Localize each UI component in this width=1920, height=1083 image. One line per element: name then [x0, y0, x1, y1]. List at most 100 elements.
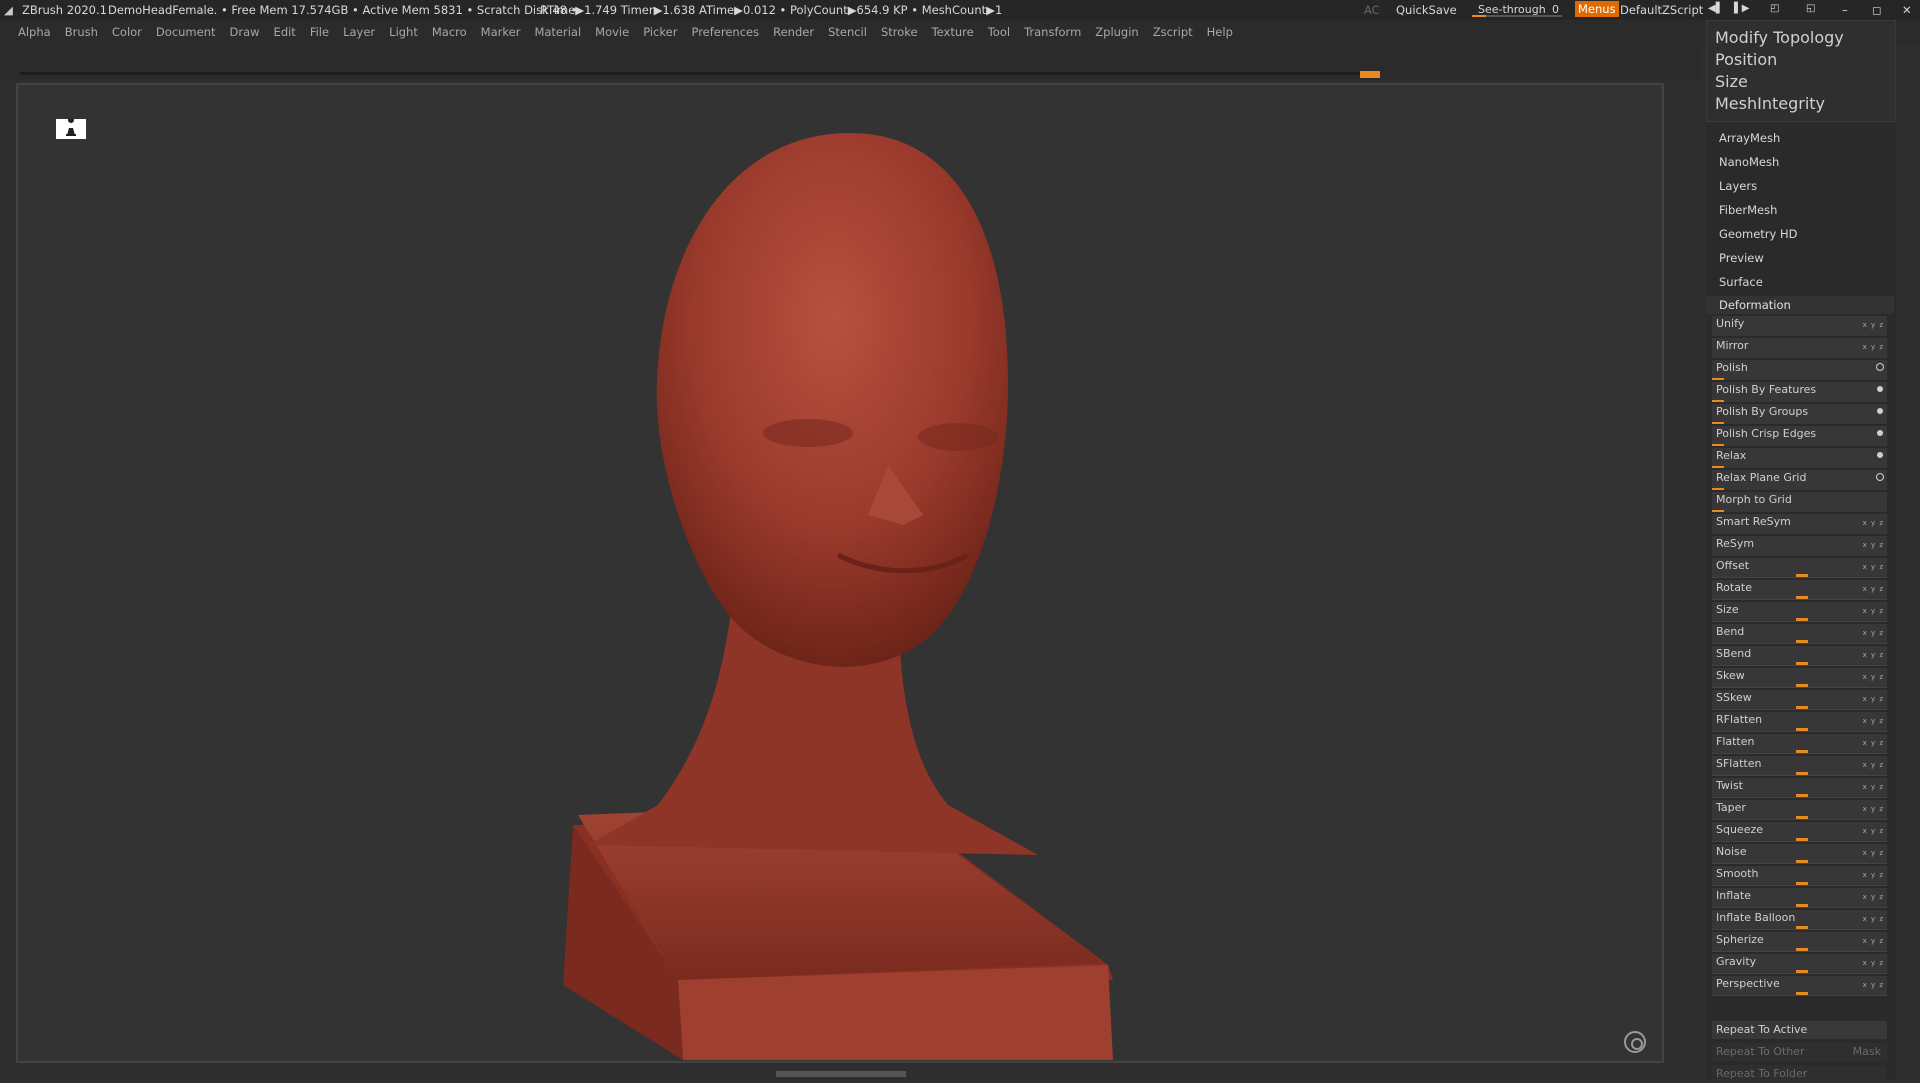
slider-knob[interactable] — [1796, 816, 1808, 819]
menu-picker[interactable]: Picker — [636, 20, 684, 45]
repeat-to-folder-button[interactable]: Repeat To Folder — [1712, 1065, 1887, 1083]
deform-resym[interactable]: ReSym x y z — [1712, 536, 1887, 556]
subpanel-modify-topology[interactable]: Modify Topology — [1715, 29, 1885, 47]
slider-knob[interactable] — [1796, 948, 1808, 951]
deform-rflatten[interactable]: RFlatten x y z — [1712, 712, 1887, 732]
xyz-axis-icon[interactable]: x y z — [1863, 867, 1884, 883]
floor-grid-icon[interactable] — [1624, 1031, 1646, 1053]
menu-layer[interactable]: Layer — [336, 20, 382, 45]
xyz-axis-icon[interactable]: x y z — [1863, 955, 1884, 971]
section-preview[interactable]: Preview — [1719, 251, 1764, 265]
deform-slider-fill[interactable] — [1712, 488, 1724, 490]
layout-icon-1[interactable]: ◀▌ — [1708, 3, 1723, 14]
slider-knob[interactable] — [1796, 794, 1808, 797]
slider-track[interactable] — [1712, 929, 1887, 930]
slider-knob[interactable] — [1796, 882, 1808, 885]
menu-macro[interactable]: Macro — [425, 20, 474, 45]
deform-toggle-icon[interactable] — [1877, 452, 1883, 458]
slider-track[interactable] — [1712, 885, 1887, 886]
deform-sskew[interactable]: SSkew x y z — [1712, 690, 1887, 710]
menu-edit[interactable]: Edit — [267, 20, 303, 45]
section-fibermesh[interactable]: FiberMesh — [1719, 203, 1777, 217]
deform-size[interactable]: Size x y z — [1712, 602, 1887, 622]
slider-track[interactable] — [1712, 665, 1887, 666]
xyz-axis-icon[interactable]: x y z — [1863, 977, 1884, 993]
deform-sbend[interactable]: SBend x y z — [1712, 646, 1887, 666]
deform-toggle-icon[interactable] — [1877, 408, 1883, 414]
deform-unify[interactable]: Unify x y z — [1712, 316, 1887, 336]
menu-zscript[interactable]: Zscript — [1146, 20, 1200, 45]
slider-track[interactable] — [1712, 687, 1887, 688]
xyz-axis-icon[interactable]: x y z — [1863, 845, 1884, 861]
repeat-to-other-button[interactable]: Repeat To Other Mask — [1712, 1043, 1887, 1061]
xyz-axis-icon[interactable]: x y z — [1863, 317, 1884, 333]
deform-relax-plane-grid[interactable]: Relax Plane Grid — [1712, 470, 1887, 490]
xyz-axis-icon[interactable]: x y z — [1863, 823, 1884, 839]
menu-tool[interactable]: Tool — [981, 20, 1017, 45]
section-surface[interactable]: Surface — [1719, 275, 1763, 289]
xyz-axis-icon[interactable]: x y z — [1863, 735, 1884, 751]
sculpt-mesh-head[interactable] — [18, 85, 1662, 1061]
xyz-axis-icon[interactable]: x y z — [1863, 779, 1884, 795]
timeline-track[interactable] — [20, 72, 1360, 75]
deform-toggle-icon[interactable] — [1877, 430, 1883, 436]
xyz-axis-icon[interactable]: x y z — [1863, 801, 1884, 817]
menu-render[interactable]: Render — [766, 20, 821, 45]
slider-knob[interactable] — [1796, 970, 1808, 973]
xyz-axis-icon[interactable]: x y z — [1863, 691, 1884, 707]
slider-knob[interactable] — [1796, 838, 1808, 841]
deform-noise[interactable]: Noise x y z — [1712, 844, 1887, 864]
deform-skew[interactable]: Skew x y z — [1712, 668, 1887, 688]
subpanel-meshintegrity[interactable]: MeshIntegrity — [1715, 95, 1885, 113]
menus-toggle-button[interactable]: Menus — [1575, 1, 1619, 17]
deform-polish-by-features[interactable]: Polish By Features — [1712, 382, 1887, 402]
section-arraymesh[interactable]: ArrayMesh — [1719, 131, 1780, 145]
xyz-axis-icon[interactable]: x y z — [1863, 669, 1884, 685]
slider-knob[interactable] — [1796, 926, 1808, 929]
menu-transform[interactable]: Transform — [1017, 20, 1088, 45]
subpanel-position[interactable]: Position — [1715, 51, 1885, 69]
slider-knob[interactable] — [1796, 772, 1808, 775]
layout-icon-2[interactable]: ▌▶ — [1734, 3, 1749, 14]
menu-brush[interactable]: Brush — [58, 20, 105, 45]
deformation-header[interactable]: Deformation — [1706, 296, 1894, 314]
slider-knob[interactable] — [1796, 618, 1808, 621]
default-zscript-button[interactable]: DefaultZScript — [1620, 3, 1703, 17]
deform-gravity[interactable]: Gravity x y z — [1712, 954, 1887, 974]
deform-slider-fill[interactable] — [1712, 400, 1724, 402]
deform-toggle-icon[interactable] — [1877, 386, 1883, 392]
menu-file[interactable]: File — [303, 20, 336, 45]
slider-knob[interactable] — [1796, 860, 1808, 863]
slider-track[interactable] — [1712, 731, 1887, 732]
xyz-axis-icon[interactable]: x y z — [1863, 559, 1884, 575]
deform-polish-by-groups[interactable]: Polish By Groups — [1712, 404, 1887, 424]
slider-knob[interactable] — [1796, 684, 1808, 687]
deform-taper[interactable]: Taper x y z — [1712, 800, 1887, 820]
see-through-slider[interactable] — [1472, 15, 1562, 17]
deform-flatten[interactable]: Flatten x y z — [1712, 734, 1887, 754]
deform-slider-fill[interactable] — [1712, 378, 1724, 380]
xyz-axis-icon[interactable]: x y z — [1863, 581, 1884, 597]
subpanel-size[interactable]: Size — [1715, 73, 1885, 91]
deform-inflate-balloon[interactable]: Inflate Balloon x y z — [1712, 910, 1887, 930]
menu-stroke[interactable]: Stroke — [874, 20, 925, 45]
mask-button[interactable]: Mask — [1853, 1043, 1881, 1061]
menu-zplugin[interactable]: Zplugin — [1088, 20, 1145, 45]
zbrush-logo-icon[interactable]: ◢ — [4, 3, 13, 17]
deform-polish[interactable]: Polish — [1712, 360, 1887, 380]
menu-document[interactable]: Document — [149, 20, 223, 45]
slider-track[interactable] — [1712, 599, 1887, 600]
slider-track[interactable] — [1712, 841, 1887, 842]
menu-preferences[interactable]: Preferences — [684, 20, 766, 45]
slider-knob[interactable] — [1796, 662, 1808, 665]
xyz-axis-icon[interactable]: x y z — [1863, 537, 1884, 553]
slider-knob[interactable] — [1796, 640, 1808, 643]
deform-toggle-icon[interactable] — [1876, 363, 1884, 371]
section-geometry-hd[interactable]: Geometry HD — [1719, 227, 1798, 241]
menu-texture[interactable]: Texture — [925, 20, 981, 45]
menu-light[interactable]: Light — [382, 20, 425, 45]
menu-marker[interactable]: Marker — [474, 20, 528, 45]
slider-knob[interactable] — [1796, 596, 1808, 599]
xyz-axis-icon[interactable]: x y z — [1863, 757, 1884, 773]
xyz-axis-icon[interactable]: x y z — [1863, 713, 1884, 729]
